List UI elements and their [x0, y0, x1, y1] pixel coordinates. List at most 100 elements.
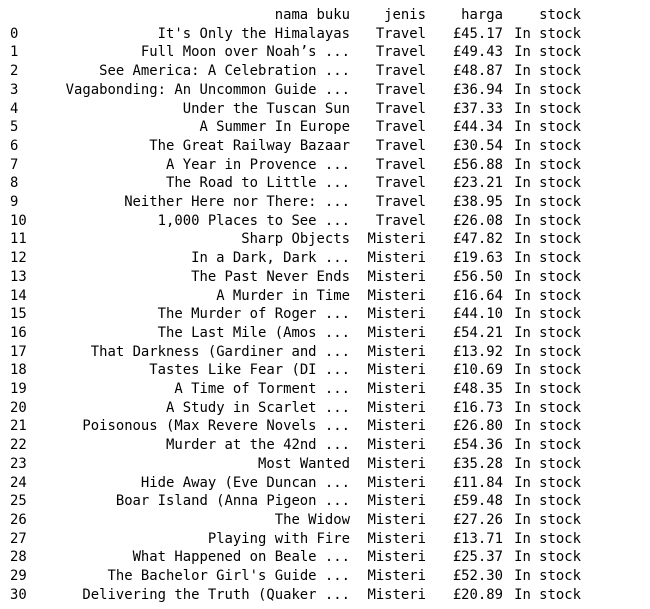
table-row: 26 The Widow Misteri £27.26 In stock [10, 511, 581, 530]
cell-jenis: Misteri [367, 250, 426, 267]
cell-harga: £54.36 [452, 437, 503, 454]
cell-jenis: Misteri [367, 399, 426, 416]
cell-nama-buku: See America: A Celebration ... [99, 63, 350, 80]
cell-nama-buku: The Last Mile (Amos ... [157, 324, 350, 341]
cell-stock: In stock [514, 343, 581, 360]
table-row: 17 That Darkness (Gardiner and ... Misteri… [10, 343, 581, 362]
cell-harga: £13.92 [452, 343, 503, 360]
table-body: 0 It's Only the Himalayas Travel £45.17 In s… [10, 25, 581, 605]
cell-jenis: Travel [375, 156, 426, 173]
cell-jenis: Travel [375, 63, 426, 80]
row-index: 16 [10, 324, 27, 341]
cell-harga: £11.84 [452, 474, 503, 491]
row-index: 5 [10, 119, 19, 136]
table-row: 9 Neither Here nor There: ... Travel £38.95… [10, 193, 581, 212]
table-row: 30 Delivering the Truth (Quaker ... Mister… [10, 586, 581, 605]
cell-harga: £56.88 [452, 156, 503, 173]
cell-harga: £20.89 [452, 586, 503, 603]
row-index: 22 [10, 437, 27, 454]
cell-jenis: Misteri [367, 455, 426, 472]
cell-nama-buku: Under the Tuscan Sun [182, 100, 350, 117]
table-row: 4 Under the Tuscan Sun Travel £37.33 In stoc… [10, 100, 581, 119]
cell-jenis: Misteri [367, 530, 426, 547]
row-index: 17 [10, 343, 27, 360]
cell-stock: In stock [514, 511, 581, 528]
cell-harga: £38.95 [452, 194, 503, 211]
row-index: 10 [10, 212, 27, 229]
cell-stock: In stock [514, 381, 581, 398]
table-row: 12 In a Dark, Dark ... Misteri £19.63 In sto… [10, 249, 581, 268]
cell-jenis: Misteri [367, 381, 426, 398]
cell-harga: £30.54 [452, 137, 503, 154]
table-row: 15 The Murder of Roger ... Misteri £44.10 In… [10, 305, 581, 324]
cell-harga: £44.10 [452, 306, 503, 323]
row-index: 29 [10, 568, 27, 585]
row-index: 6 [10, 137, 19, 154]
cell-jenis: Misteri [367, 306, 426, 323]
cell-jenis: Misteri [367, 231, 426, 248]
cell-nama-buku: The Widow [274, 511, 350, 528]
cell-harga: £16.73 [452, 399, 503, 416]
cell-stock: In stock [514, 25, 581, 42]
cell-stock: In stock [514, 324, 581, 341]
table-row: 23 Most Wanted Misteri £35.28 In stock [10, 455, 581, 474]
cell-harga: £59.48 [452, 493, 503, 510]
cell-jenis: Travel [375, 212, 426, 229]
row-index: 12 [10, 250, 27, 267]
cell-harga: £47.82 [452, 231, 503, 248]
cell-jenis: Travel [375, 81, 426, 98]
cell-jenis: Misteri [367, 437, 426, 454]
header-row: nama buku jenis harga stock [10, 6, 581, 25]
table-row: 13 The Past Never Ends Misteri £56.50 In sto… [10, 268, 581, 287]
cell-stock: In stock [514, 175, 581, 192]
row-index: 25 [10, 493, 27, 510]
cell-stock: In stock [514, 250, 581, 267]
cell-harga: £25.37 [452, 549, 503, 566]
table-row: 3 Vagabonding: An Uncommon Guide ... Trave… [10, 81, 581, 100]
cell-stock: In stock [514, 437, 581, 454]
table-row: 0 It's Only the Himalayas Travel £45.17 In s… [10, 25, 581, 44]
cell-stock: In stock [514, 568, 581, 585]
cell-jenis: Travel [375, 175, 426, 192]
cell-harga: £48.35 [452, 381, 503, 398]
table-row: 18 Tastes Like Fear (DI ... Misteri £10.69 I… [10, 361, 581, 380]
cell-harga: £36.94 [452, 81, 503, 98]
row-index: 18 [10, 362, 27, 379]
cell-jenis: Misteri [367, 549, 426, 566]
cell-stock: In stock [514, 287, 581, 304]
cell-jenis: Misteri [367, 362, 426, 379]
cell-harga: £23.21 [452, 175, 503, 192]
cell-jenis: Misteri [367, 586, 426, 603]
cell-nama-buku: A Murder in Time [216, 287, 350, 304]
table-row: 11 Sharp Objects Misteri £47.82 In stock [10, 230, 581, 249]
cell-harga: £35.28 [452, 455, 503, 472]
row-index: 3 [10, 81, 19, 98]
cell-jenis: Misteri [367, 324, 426, 341]
column-header-jenis: jenis [384, 7, 426, 23]
row-index: 24 [10, 474, 27, 491]
cell-harga: £16.64 [452, 287, 503, 304]
cell-harga: £49.43 [452, 44, 503, 61]
cell-stock: In stock [514, 399, 581, 416]
table-row: 28 What Happened on Beale ... Misteri £25.3… [10, 548, 581, 567]
cell-nama-buku: Neither Here nor There: ... [124, 194, 350, 211]
cell-harga: £37.33 [452, 100, 503, 117]
table-row: 6 The Great Railway Bazaar Travel £30.54 In … [10, 137, 581, 156]
cell-nama-buku: A Summer In Europe [199, 119, 350, 136]
cell-stock: In stock [514, 44, 581, 61]
cell-stock: In stock [514, 306, 581, 323]
row-index: 21 [10, 418, 27, 435]
cell-nama-buku: Poisonous (Max Revere Novels ... [82, 418, 350, 435]
table-row: 16 The Last Mile (Amos ... Misteri £54.21 In… [10, 324, 581, 343]
table-row: 1 Full Moon over Noah’s ... Travel £49.43 In… [10, 43, 581, 62]
cell-nama-buku: 1,000 Places to See ... [157, 212, 350, 229]
cell-harga: £52.30 [452, 568, 503, 585]
cell-nama-buku: Vagabonding: An Uncommon Guide ... [65, 81, 350, 98]
cell-nama-buku: It's Only the Himalayas [157, 25, 350, 42]
cell-jenis: Travel [375, 137, 426, 154]
cell-jenis: Misteri [367, 343, 426, 360]
cell-harga: £26.08 [452, 212, 503, 229]
row-index: 9 [10, 194, 19, 211]
row-index: 8 [10, 175, 19, 192]
cell-jenis: Misteri [367, 493, 426, 510]
